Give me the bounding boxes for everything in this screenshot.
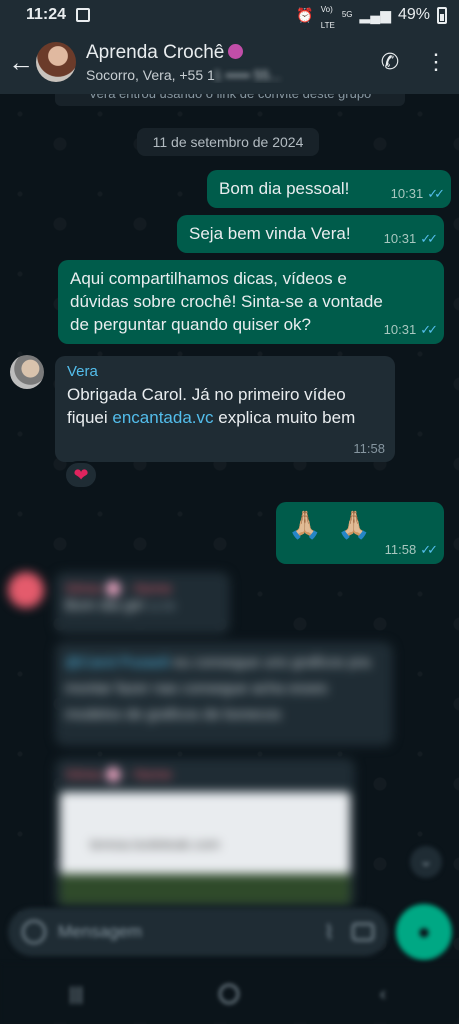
- sender-name: Sônia 🌸 - Nome: [65, 580, 172, 596]
- read-ticks-icon: ✓✓: [427, 186, 445, 201]
- message-bubble-incoming[interactable]: Vera Obrigada Carol. Já no primeiro víde…: [55, 356, 395, 462]
- message-meta: 10:31 ✓✓: [383, 322, 438, 337]
- message-bubble-incoming[interactable]: Sônia 🌸 - Nome Bom dia giri 11:59: [55, 572, 230, 634]
- back-arrow-icon[interactable]: ←: [0, 47, 36, 78]
- camera-icon[interactable]: [352, 923, 374, 941]
- message-composer[interactable]: Mensagem ⌇: [8, 908, 388, 956]
- battery-percent: 49%: [397, 6, 430, 23]
- system-message: Vera entrou usando o link de convite des…: [55, 94, 405, 106]
- message-text: Bom dia pessoal!: [219, 179, 350, 198]
- read-ticks-icon: ✓✓: [420, 231, 438, 246]
- message-bubble-outgoing[interactable]: Aqui compartilhamos dicas, vídeos e dúvi…: [58, 260, 444, 344]
- message-meta: 10:31 ✓✓: [390, 186, 445, 201]
- message-text: Obrigada Carol. Já no primeiro vídeo fiq…: [67, 385, 356, 427]
- message-text: Bom dia giri 11:59: [65, 597, 176, 614]
- status-right: ⏰ Vo) LTE 5G ▂▄▆ 49%: [296, 0, 447, 31]
- read-ticks-icon: ✓✓: [420, 542, 438, 557]
- status-bar: 11:24 ⏰ Vo) LTE 5G ▂▄▆ 49%: [0, 0, 459, 30]
- sender-name[interactable]: Vera: [67, 363, 383, 380]
- message-meta: 11:58 ✓✓: [384, 542, 438, 557]
- chat-header: ← Aprenda Crochê Socorro, Vera, +55 11 •…: [0, 30, 459, 94]
- date-chip: 11 de setembro de 2024: [137, 128, 319, 156]
- message-bubble-outgoing[interactable]: Seja bem vinda Vera! 10:31 ✓✓: [177, 215, 444, 253]
- praying-hands-emoji: 🙏🏼 🙏🏼: [288, 510, 375, 540]
- group-avatar[interactable]: [36, 42, 76, 82]
- home-icon[interactable]: [219, 984, 240, 1004]
- message-text: Seja bem vinda Vera!: [189, 224, 351, 243]
- signal-icon: ▂▄▆: [359, 6, 391, 23]
- mic-icon: ●: [417, 919, 431, 944]
- message-input[interactable]: Mensagem: [58, 922, 324, 942]
- preview-url: teresa.tooleteak.com: [90, 836, 220, 852]
- system-nav-bar: ||| ‹: [0, 964, 459, 1024]
- sender-name: Sônia 🌸 - Nome: [65, 766, 172, 782]
- message-meta: 10:31 ✓✓: [383, 231, 438, 246]
- gallery-notification-icon: [76, 8, 91, 22]
- status-time: 11:24: [26, 6, 67, 23]
- group-members: Socorro, Vera, +55 11 ••••• 55...: [86, 66, 282, 83]
- message-time: 11:58: [353, 441, 385, 456]
- back-nav-icon[interactable]: ‹: [374, 985, 392, 1003]
- more-vert-icon[interactable]: ⋮: [413, 49, 459, 75]
- mic-button[interactable]: ●: [396, 904, 452, 960]
- chat-area[interactable]: Vera entrou usando o link de convite des…: [0, 94, 459, 1024]
- recents-icon[interactable]: |||: [67, 985, 85, 1003]
- message-bubble-incoming[interactable]: @Carol Pusaoli eu consegue uns graficos …: [55, 642, 393, 746]
- message-text: Aqui compartilhamos dicas, vídeos e dúvi…: [70, 269, 383, 334]
- scroll-down-icon[interactable]: ⌄: [410, 846, 442, 878]
- network-type: 5G: [341, 10, 353, 19]
- group-title: Aprenda Crochê: [86, 42, 367, 64]
- preview-image: [60, 874, 350, 904]
- message-bubble-outgoing[interactable]: 🙏🏼 🙏🏼 11:58 ✓✓: [276, 502, 444, 564]
- message-bubble-outgoing[interactable]: Bom dia pessoal! 10:31 ✓✓: [207, 170, 451, 208]
- message-text: @Carol Pusaoli eu consegue uns graficos …: [65, 654, 371, 723]
- message-link[interactable]: encantada.vc: [112, 408, 213, 427]
- alarm-icon: ⏰: [296, 6, 314, 23]
- yarn-emoji-icon: [228, 43, 244, 59]
- heart-reaction-icon[interactable]: ❤: [64, 461, 98, 489]
- add-call-icon[interactable]: ✆: [367, 49, 413, 75]
- sender-avatar[interactable]: [8, 572, 44, 608]
- read-ticks-icon: ✓✓: [420, 322, 438, 337]
- sender-avatar[interactable]: [10, 355, 44, 389]
- battery-icon: [437, 6, 447, 24]
- emoji-icon[interactable]: [22, 920, 46, 944]
- volte-indicator: Vo) LTE: [320, 5, 335, 30]
- chat-title-area[interactable]: Aprenda Crochê Socorro, Vera, +55 11 •••…: [86, 42, 367, 83]
- attach-icon[interactable]: ⌇: [324, 920, 334, 945]
